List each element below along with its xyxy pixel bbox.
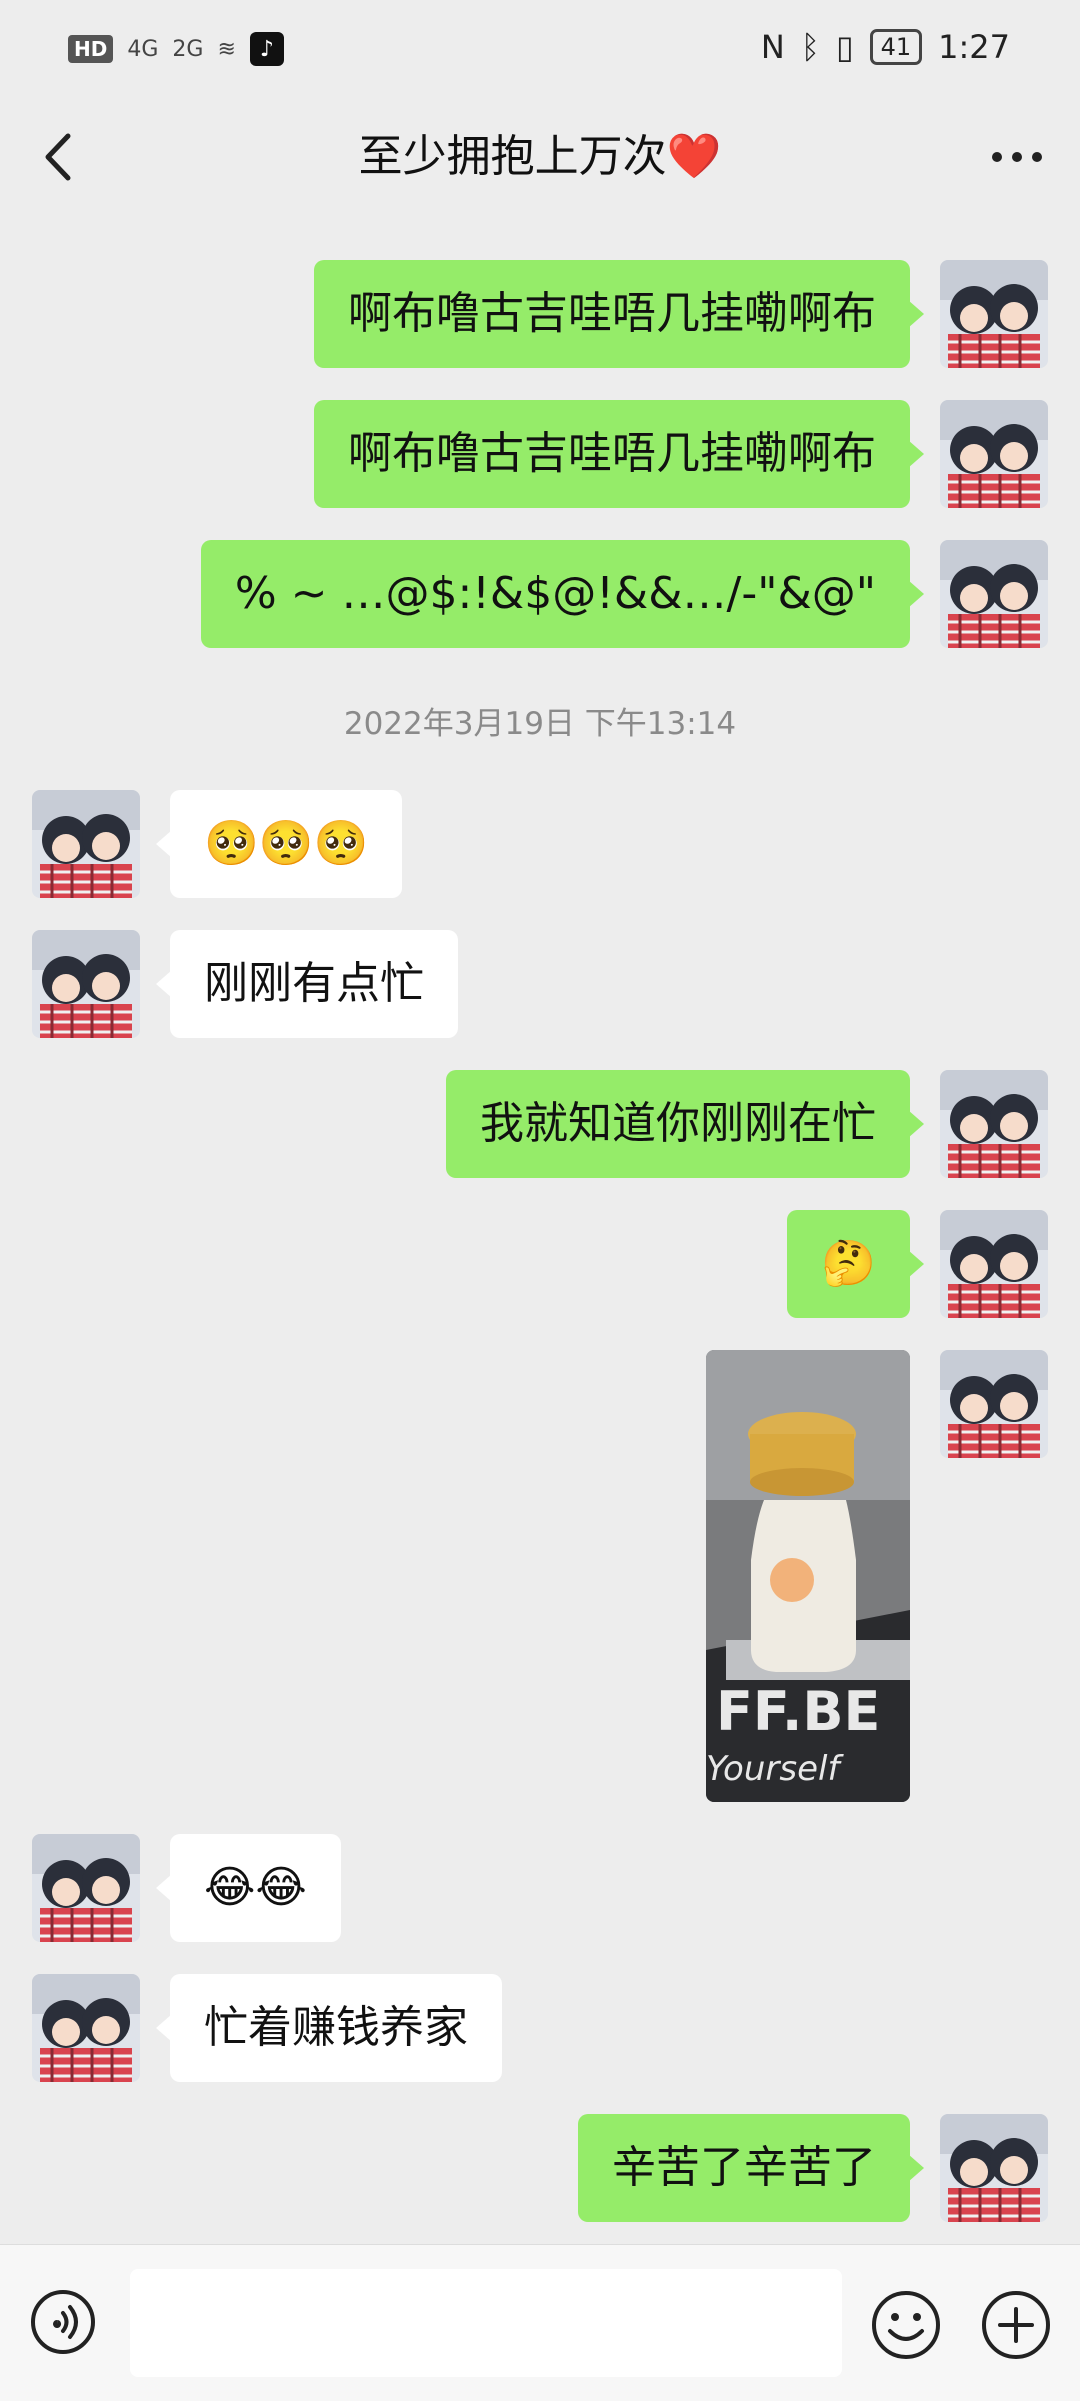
chat-title: 至少拥抱上万次❤️ (358, 131, 722, 182)
my-avatar[interactable] (940, 260, 1048, 368)
message-row: 啊布噜古吉哇唔几挂嘞啊布 (0, 260, 1080, 368)
bluetooth-icon: ᛒ (800, 28, 820, 66)
message-bubble[interactable]: 辛苦了辛苦了 (578, 2114, 924, 2222)
signal-4g-icon: 4G (127, 36, 159, 62)
chat-message-list[interactable]: 啊布噜古吉哇唔几挂嘞啊布 啊布噜古吉哇唔几挂嘞啊布 % ~ …@$:!&$@!&… (0, 212, 1080, 2242)
contact-avatar[interactable] (32, 790, 140, 898)
message-row: 辛苦了辛苦了 (0, 2114, 1080, 2222)
nfc-icon: N (760, 28, 785, 66)
contact-avatar[interactable] (32, 930, 140, 1038)
photo-message[interactable]: FF.BE Yourself (706, 1350, 910, 1802)
contact-avatar[interactable] (32, 1974, 140, 2082)
my-avatar[interactable] (940, 400, 1048, 508)
plus-icon (982, 2291, 1050, 2359)
more-dots-icon (992, 152, 1042, 162)
message-bubble[interactable]: 啊布噜古吉哇唔几挂嘞啊布 (314, 400, 924, 508)
status-bar: HD 4G 2G ≋ ♪ N ᛒ ▯ 41 1:27 (0, 0, 1080, 100)
contact-avatar[interactable] (32, 1834, 140, 1942)
my-avatar[interactable] (940, 1350, 1048, 1458)
chat-header: 至少拥抱上万次❤️ (0, 100, 1080, 212)
my-avatar[interactable] (940, 1070, 1048, 1178)
message-bubble[interactable]: 忙着赚钱养家 (156, 1974, 502, 2082)
svg-text:Yourself: Yourself (706, 1749, 844, 1789)
message-row: 😂😂 (0, 1834, 1080, 1942)
message-bubble[interactable]: 啊布噜古吉哇唔几挂嘞啊布 (314, 260, 924, 368)
my-avatar[interactable] (940, 540, 1048, 648)
message-row: 🤔 (0, 1210, 1080, 1318)
message-row: 刚刚有点忙 (0, 930, 1080, 1038)
message-bubble[interactable]: 我就知道你刚刚在忙 (446, 1070, 924, 1178)
voice-icon (31, 2290, 95, 2354)
message-row: 我就知道你刚刚在忙 (0, 1070, 1080, 1178)
message-bubble[interactable]: % ~ …@$:!&$@!&&…/-"&@" (200, 540, 925, 648)
voice-button[interactable] (30, 2289, 96, 2355)
input-bar (0, 2244, 1080, 2401)
message-bubble[interactable]: 🤔 (787, 1210, 924, 1318)
signal-2g-icon: 2G (172, 36, 204, 62)
message-bubble[interactable]: 刚刚有点忙 (156, 930, 458, 1038)
status-left: HD 4G 2G ≋ ♪ (68, 32, 284, 66)
emoji-button[interactable] (870, 2289, 942, 2361)
message-bubble[interactable]: 🥺🥺🥺 (155, 790, 403, 898)
message-row: 🥺🥺🥺 (0, 790, 1080, 898)
my-avatar[interactable] (940, 1210, 1048, 1318)
message-bubble[interactable]: 😂😂 (156, 1834, 341, 1942)
timestamp: 2022年3月19日 下午13:14 (343, 706, 737, 742)
emoji-icon (872, 2291, 940, 2359)
message-row: FF.BE Yourself (0, 1350, 1080, 1802)
message-row: % ~ …@$:!&$@!&&…/-"&@" (0, 540, 1080, 648)
battery-icon: 41 (869, 29, 923, 65)
wifi-icon: ≋ (217, 36, 236, 62)
message-row: 忙着赚钱养家 (0, 1974, 1080, 2082)
message-input[interactable] (130, 2269, 842, 2377)
plus-button[interactable] (980, 2289, 1052, 2361)
svg-text:FF.BE: FF.BE (716, 1680, 880, 1743)
my-avatar[interactable] (940, 2114, 1048, 2222)
message-row: 啊布噜古吉哇唔几挂嘞啊布 (0, 400, 1080, 508)
tiktok-icon: ♪ (249, 32, 284, 66)
clock: 1:27 (938, 28, 1010, 66)
vibrate-icon: ▯ (835, 28, 854, 66)
more-button[interactable] (982, 122, 1052, 192)
hd-badge: HD (68, 35, 114, 63)
status-right: N ᛒ ▯ 41 1:27 (761, 28, 1010, 66)
photo-image: FF.BE Yourself (706, 1350, 910, 1802)
